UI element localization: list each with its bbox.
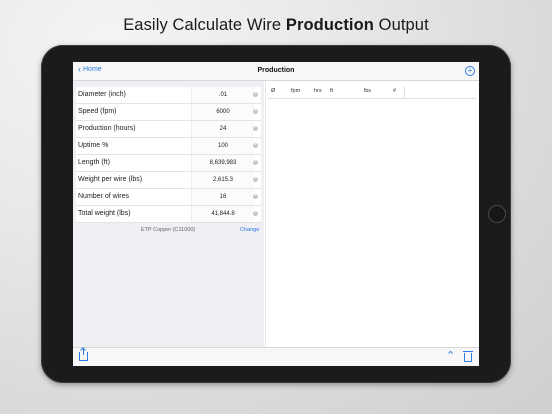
chevron-up-icon[interactable]: ⌃ <box>446 350 455 362</box>
field-row-total-weight: Total weight (lbs) 41,844.8 × <box>76 206 261 223</box>
uptime-input[interactable]: 100 <box>191 138 254 154</box>
field-row-weight-per-wire: Weight per wire (lbs) 2,615.3 × <box>76 172 261 189</box>
trash-icon[interactable] <box>463 351 473 362</box>
field-label: Number of wires <box>78 193 129 200</box>
total-weight-input[interactable]: 41,844.8 <box>191 206 254 222</box>
field-row-production: Production (hours) 24 × <box>76 121 261 138</box>
bottom-toolbar: ⌃ <box>73 347 479 366</box>
number-of-wires-input[interactable]: 16 <box>191 189 254 205</box>
table-header: Ø fpm hrs ft lbs # <box>268 86 476 99</box>
speed-input[interactable]: 6000 <box>191 104 254 120</box>
clear-icon[interactable]: × <box>253 211 258 216</box>
field-label: Diameter (inch) <box>78 91 126 98</box>
column-header-ft: ft <box>330 88 334 94</box>
page-title: Production <box>257 67 295 74</box>
headline-prefix: Easily Calculate Wire <box>123 16 286 34</box>
field-label: Weight per wire (lbs) <box>78 176 143 183</box>
field-label: Production (hours) <box>78 125 136 132</box>
field-label: Length (ft) <box>78 159 110 166</box>
field-row-speed: Speed (fpm) 6000 × <box>76 104 261 121</box>
weight-per-wire-input[interactable]: 2,615.3 <box>191 172 254 188</box>
column-header-lbs: lbs <box>364 88 372 94</box>
clear-icon[interactable]: × <box>253 109 258 114</box>
field-row-number-of-wires: Number of wires 16 × <box>76 189 261 206</box>
headline-suffix: Output <box>373 16 429 34</box>
field-label: Speed (fpm) <box>78 108 117 115</box>
navigation-bar: ‹ Home Production + <box>73 62 479 81</box>
field-row-diameter: Diameter (inch) .01 × <box>76 87 261 104</box>
clear-icon[interactable]: × <box>253 92 258 97</box>
change-material-button[interactable]: Change <box>240 227 259 233</box>
clear-icon[interactable]: × <box>253 143 258 148</box>
column-header-hrs: hrs <box>314 88 322 94</box>
column-header-diameter: Ø <box>271 88 276 94</box>
home-button[interactable] <box>488 205 506 223</box>
field-row-length: Length (ft) 8,639,983 × <box>76 155 261 172</box>
marketing-headline: Easily Calculate Wire Production Output <box>0 16 552 35</box>
field-row-uptime: Uptime % 100 × <box>76 138 261 155</box>
plus-circle-icon[interactable]: + <box>465 66 475 76</box>
clear-icon[interactable]: × <box>253 194 258 199</box>
clear-icon[interactable]: × <box>253 177 258 182</box>
column-divider <box>404 86 405 98</box>
diameter-input[interactable]: .01 <box>191 87 254 103</box>
clear-icon[interactable]: × <box>253 160 258 165</box>
column-header-count: # <box>393 88 397 94</box>
length-input[interactable]: 8,639,983 <box>191 155 254 171</box>
production-hours-input[interactable]: 24 <box>191 121 254 137</box>
app-screen: ‹ Home Production + Diameter (inch) .01 … <box>73 62 479 366</box>
input-form: Diameter (inch) .01 × Speed (fpm) 6000 ×… <box>73 81 264 347</box>
headline-bold: Production <box>285 16 374 34</box>
results-table: Ø fpm hrs ft lbs # <box>265 81 479 347</box>
clear-icon[interactable]: × <box>253 126 258 131</box>
share-icon[interactable] <box>79 348 88 361</box>
column-header-fpm: fpm <box>291 88 301 94</box>
field-label: Uptime % <box>78 142 109 149</box>
field-label: Total weight (lbs) <box>78 210 131 217</box>
material-name: ETP Copper (C11000) <box>141 227 196 233</box>
